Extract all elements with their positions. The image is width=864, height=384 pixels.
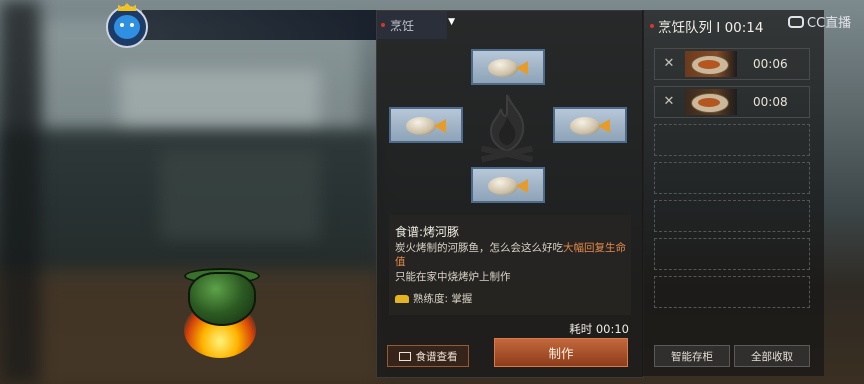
queue-item[interactable]: ✕ 00:06: [654, 48, 810, 80]
puffer-fish-icon: [488, 173, 528, 197]
queue-empty-slot: [654, 276, 810, 308]
tab-cooking[interactable]: 烹饪 ▼: [377, 11, 455, 39]
queue-title: 烹饪队列 I 00:14: [650, 16, 763, 36]
queue-empty-slot: [654, 124, 810, 156]
alert-dot-icon: [381, 23, 385, 27]
ingredient-slot-right[interactable]: [553, 107, 627, 143]
collect-all-button[interactable]: 全部收取: [734, 345, 810, 367]
queue-empty-slot: [654, 162, 810, 194]
recipe-title: 食谱:烤河豚: [395, 225, 460, 239]
ingredient-slot-left[interactable]: [389, 107, 463, 143]
alert-dot-icon: [650, 24, 654, 28]
player-avatar[interactable]: [106, 3, 148, 48]
recipe-skill: 熟练度: 掌握: [395, 291, 472, 306]
queue-item-time: 00:06: [753, 57, 788, 71]
ingredient-slot-bottom[interactable]: [471, 167, 545, 203]
queue-title-label: 烹饪队列 I 00:14: [658, 20, 764, 36]
roasted-fish-dish-icon: [685, 51, 737, 77]
smart-storage-button[interactable]: 智能存柜: [654, 345, 730, 367]
cooking-panel: 烹饪 ▼ 食谱:烤河豚 炭火烤制的河豚鱼，怎么会这么好吃大幅回复生命值 只能在家…: [376, 10, 644, 378]
recipe-description: 炭火烤制的河豚鱼，怎么会这么好吃大幅回复生命值: [395, 241, 627, 269]
cancel-icon[interactable]: ✕: [662, 57, 676, 71]
time-cost: 耗时 00:10: [569, 322, 629, 336]
avatar-face-icon: [114, 15, 140, 39]
top-status-bar: [142, 10, 376, 40]
recipe-note: 只能在家中烧烤炉上制作: [395, 271, 511, 283]
dropdown-caret-icon[interactable]: ▼: [448, 17, 455, 27]
tv-icon: [788, 15, 804, 28]
puffer-fish-icon: [570, 113, 610, 137]
roasted-fish-dish-icon: [685, 89, 737, 115]
queue-empty-slot: [654, 238, 810, 270]
puffer-fish-icon: [406, 113, 446, 137]
queue-item[interactable]: ✕ 00:08: [654, 86, 810, 118]
cooking-pot[interactable]: [172, 262, 268, 358]
make-button[interactable]: 制作: [494, 338, 628, 367]
queue-empty-slot: [654, 200, 810, 232]
pot-icon: [188, 272, 256, 326]
sky-blur: [120, 70, 320, 130]
bench-blur: [160, 150, 320, 240]
recipe-desc-text: 炭火烤制的河豚鱼，怎么会这么好吃: [395, 242, 563, 254]
campfire-icon: [480, 94, 534, 163]
cancel-icon[interactable]: ✕: [662, 95, 676, 109]
ingredient-slot-top[interactable]: [471, 49, 545, 85]
book-icon: [398, 351, 411, 361]
recipe-skill-label: 熟练度: 掌握: [413, 293, 473, 305]
recipe-info: 食谱:烤河豚 炭火烤制的河豚鱼，怎么会这么好吃大幅回复生命值 只能在家中烧烤炉上…: [389, 215, 631, 315]
recipe-book-button[interactable]: 食谱查看: [387, 345, 469, 367]
stream-watermark: CC直播: [788, 12, 851, 31]
recipe-book-button-label: 食谱查看: [415, 350, 458, 363]
left-edge-shadow: [0, 0, 40, 384]
watermark-label: CC直播: [807, 16, 852, 31]
tab-cooking-label: 烹饪: [390, 18, 415, 33]
queue-item-time: 00:08: [753, 95, 788, 109]
cooking-queue-panel: 烹饪队列 I 00:14 ✕ 00:06 ✕ 00:08 智能存柜 全部收取: [642, 10, 824, 376]
puffer-fish-icon: [488, 55, 528, 79]
gold-ingot-icon: [395, 294, 409, 303]
